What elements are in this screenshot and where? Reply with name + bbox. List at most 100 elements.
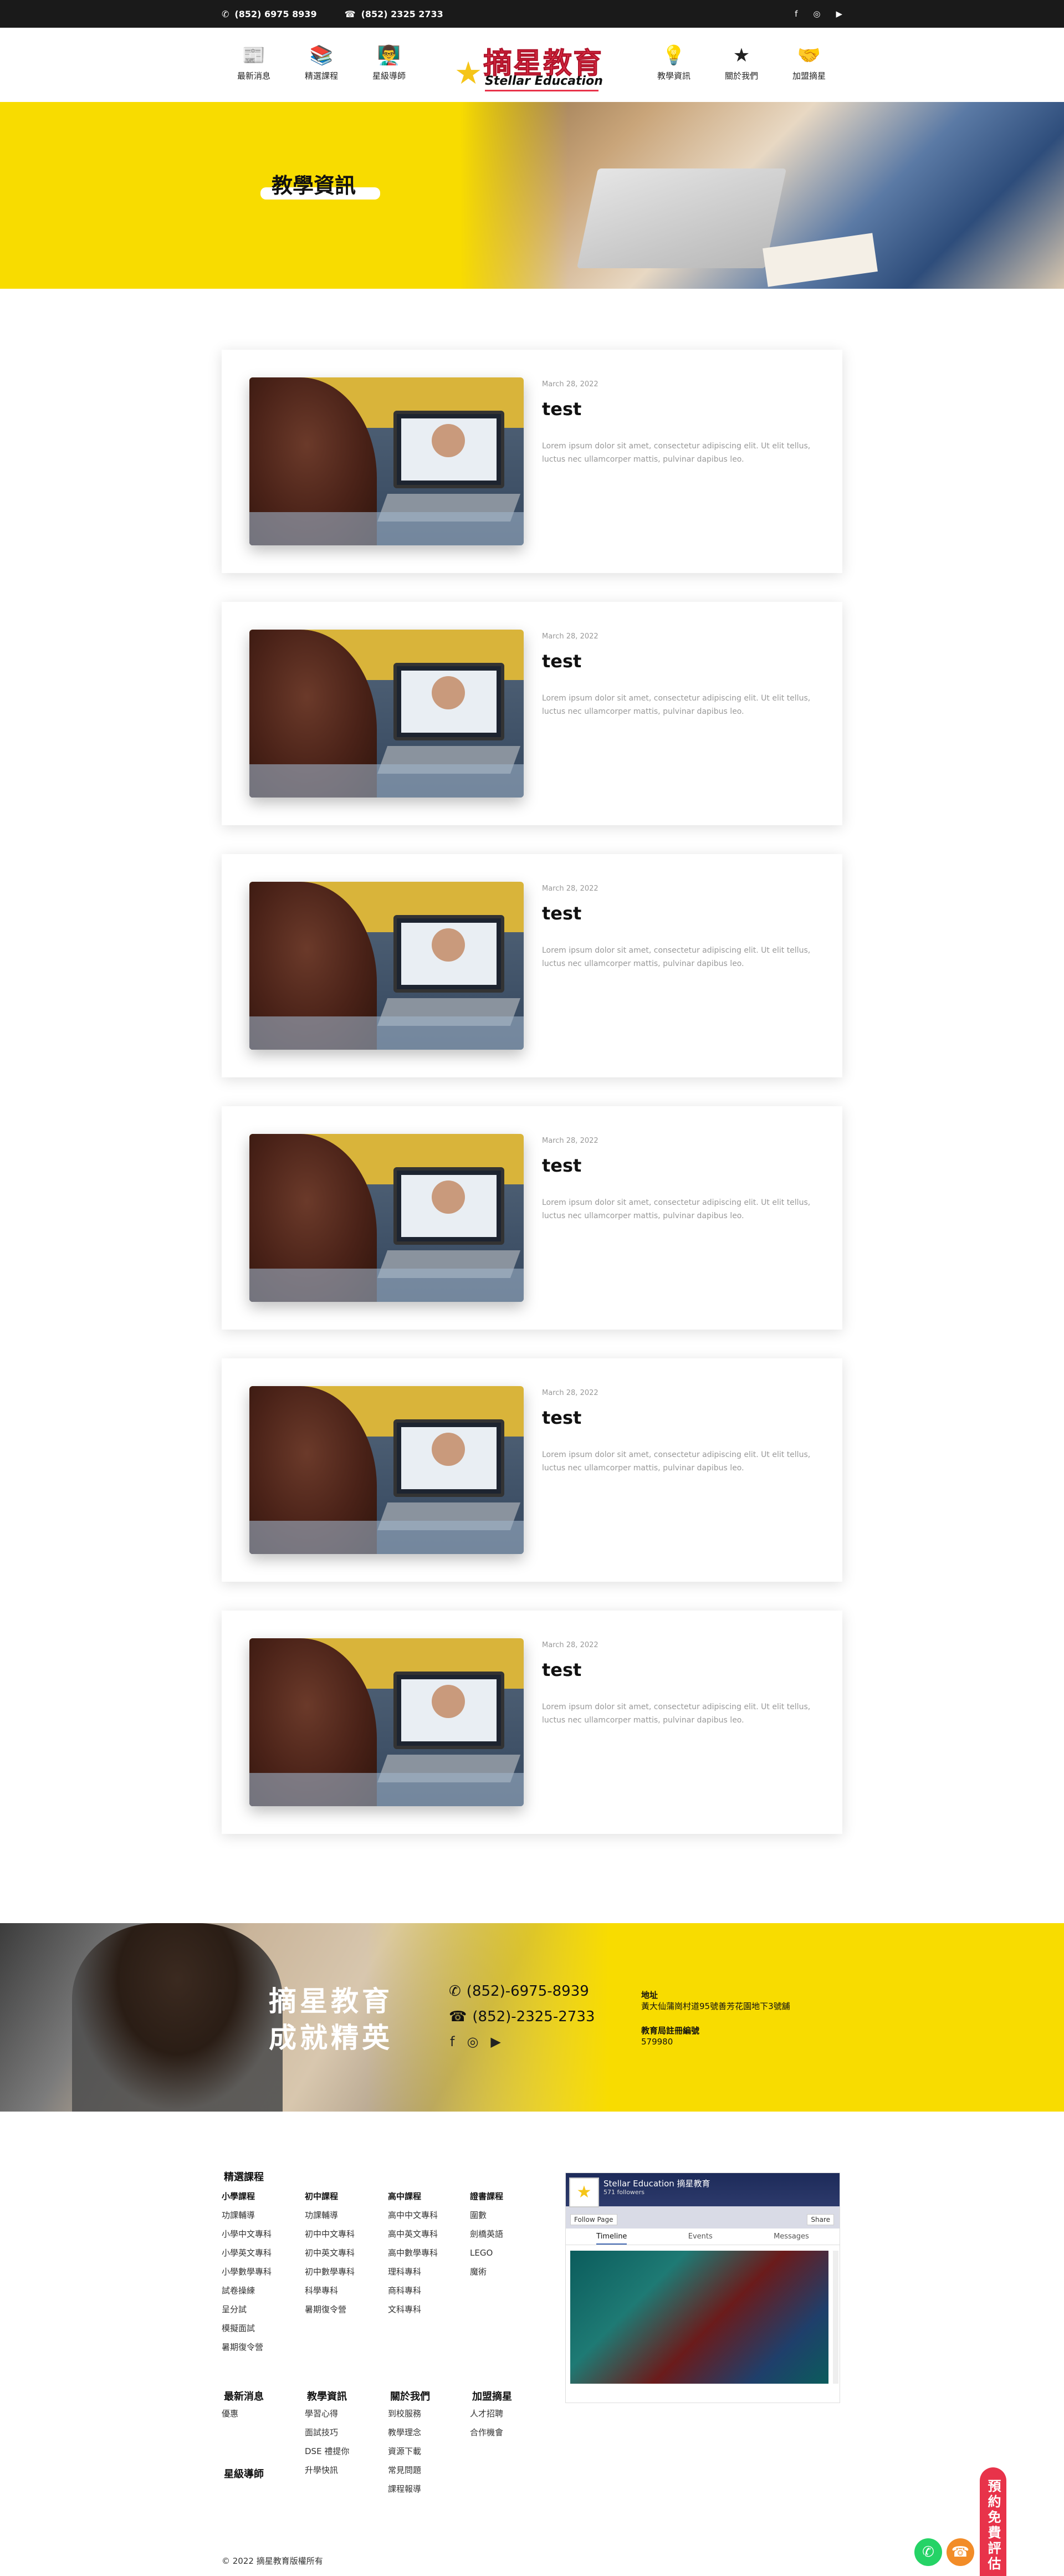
footer-about-title[interactable]: 關於我們 [381, 2383, 430, 2405]
contact-phone-landline[interactable]: ☎ (852)-2325-2733 [449, 2008, 595, 2025]
post-thumbnail[interactable] [249, 377, 524, 545]
top-phone-landline[interactable]: ☎ (852) 2325 2733 [345, 9, 443, 19]
fb-tab-events[interactable]: Events [688, 2229, 713, 2245]
post-thumbnail[interactable] [249, 630, 524, 798]
contact-student-figure [72, 1923, 283, 2112]
footer-tutor-title[interactable]: 星級導師 [215, 2461, 264, 2483]
footer-link[interactable]: 文科專科 [388, 2300, 438, 2319]
footer-link[interactable]: 呈分試 [222, 2300, 272, 2319]
footer-link[interactable]: 人才招聘 [470, 2404, 503, 2423]
post-thumbnail[interactable] [249, 1386, 524, 1554]
youtube-icon[interactable]: ▶ [836, 9, 842, 19]
footer-link[interactable]: DSE 禮提你 [305, 2442, 349, 2461]
footer-link[interactable]: 初中英文專科 [305, 2243, 355, 2262]
instagram-icon[interactable]: ◎ [467, 2034, 478, 2049]
post-card[interactable]: March 28, 2022 test Lorem ipsum dolor sit … [222, 1611, 842, 1834]
footer-link[interactable]: 科學專科 [305, 2281, 355, 2300]
post-title[interactable]: test [542, 651, 581, 672]
footer-link[interactable]: 學習心得 [305, 2404, 349, 2423]
contact-phone-whatsapp[interactable]: ✆ (852)-6975-8939 [449, 1983, 589, 2000]
facebook-icon[interactable]: f [450, 2034, 454, 2049]
top-social: f ◎ ▶ [795, 9, 842, 19]
post-card[interactable]: March 28, 2022 test Lorem ipsum dolor sit … [222, 1358, 842, 1582]
post-card[interactable]: March 28, 2022 test Lorem ipsum dolor sit … [222, 854, 842, 1077]
site-footer: 精選課程 小學課程 功課輔導 小學中文專科 小學英文專科 小學數學專科 試卷操練… [0, 2112, 1064, 2576]
footer-link[interactable]: 高中中文專科 [388, 2206, 438, 2225]
footer-link[interactable]: 高中英文專科 [388, 2225, 438, 2243]
footer-link[interactable]: 初中中文專科 [305, 2225, 355, 2243]
footer-link[interactable]: 優惠 [222, 2404, 238, 2423]
post-date: March 28, 2022 [542, 632, 598, 641]
footer-link[interactable]: 劍橋英語 [470, 2225, 503, 2243]
footer-link[interactable]: 試卷操練 [222, 2281, 272, 2300]
footer-link[interactable]: 初中數學專科 [305, 2262, 355, 2281]
footer-link[interactable]: 常見問題 [388, 2461, 421, 2480]
youtube-icon[interactable]: ▶ [490, 2034, 500, 2049]
post-title[interactable]: test [542, 903, 581, 924]
footer-link[interactable]: 功課輔導 [305, 2206, 355, 2225]
nav-news[interactable]: 📰 最新消息 [226, 44, 282, 81]
footer-link[interactable]: 小學數學專科 [222, 2262, 272, 2281]
footer-link[interactable]: 理科專科 [388, 2262, 438, 2281]
footer-link[interactable]: 商科專科 [388, 2281, 438, 2300]
facebook-widget[interactable]: ★ Stellar Education 摘星教育 571 followers F… [565, 2173, 840, 2403]
post-title[interactable]: test [542, 1407, 581, 1428]
footer-courses-title: 精選課程 [215, 2164, 264, 2186]
footer-link[interactable]: 小學英文專科 [222, 2243, 272, 2262]
slogan-line-2: 成就精英 [269, 2022, 393, 2054]
footer-link[interactable]: 暑期復令營 [222, 2338, 272, 2357]
post-thumbnail[interactable] [249, 1134, 524, 1302]
footer-link[interactable]: 魔術 [470, 2262, 503, 2281]
footer-link[interactable]: 功課輔導 [222, 2206, 272, 2225]
fb-post-image[interactable] [570, 2251, 828, 2384]
nav-join[interactable]: 🤝 加盟摘星 [781, 44, 837, 81]
top-phone-whatsapp[interactable]: ✆ (852) 6975 8939 [222, 9, 317, 19]
footer-link[interactable]: 暑期復令營 [305, 2300, 355, 2319]
fb-avatar-star-icon: ★ [569, 2178, 599, 2207]
footer-link[interactable]: LEGO [470, 2243, 503, 2262]
booking-float-button[interactable]: 預約免費評估 [980, 2467, 1006, 2576]
post-thumbnail[interactable] [249, 1638, 524, 1806]
post-title[interactable]: test [542, 1155, 581, 1176]
nav-courses[interactable]: 📚 精選課程 [294, 44, 349, 81]
footer-join-title[interactable]: 加盟摘星 [463, 2383, 512, 2405]
post-card[interactable]: March 28, 2022 test Lorem ipsum dolor sit … [222, 350, 842, 573]
footer-link[interactable]: 到校服務 [388, 2404, 421, 2423]
thumb-desk [249, 512, 524, 545]
footer-link[interactable]: 課程報導 [388, 2480, 421, 2498]
hero-laptop-shape [576, 168, 787, 268]
footer-link[interactable]: 教學理念 [388, 2423, 421, 2442]
post-excerpt: Lorem ipsum dolor sit amet, consectetur … [542, 1198, 811, 1220]
footer-link[interactable]: 升學快訊 [305, 2461, 349, 2480]
nav-tutors[interactable]: 👨‍🏫 星級導師 [361, 44, 417, 81]
fb-page-name[interactable]: Stellar Education 摘星教育 [603, 2178, 710, 2189]
footer-info-title[interactable]: 教學資訊 [298, 2383, 347, 2405]
fb-follow-button[interactable]: Follow Page [570, 2214, 617, 2225]
footer-link[interactable]: 小學中文專科 [222, 2225, 272, 2243]
post-thumbnail[interactable] [249, 882, 524, 1050]
post-card[interactable]: March 28, 2022 test Lorem ipsum dolor sit … [222, 602, 842, 825]
facebook-icon[interactable]: f [795, 9, 797, 19]
footer-link[interactable]: 面試技巧 [305, 2423, 349, 2442]
fb-share-button[interactable]: Share [807, 2214, 834, 2225]
footer-link[interactable]: 資源下載 [388, 2442, 421, 2461]
nav-about[interactable]: ★ 關於我們 [714, 44, 769, 81]
instagram-icon[interactable]: ◎ [813, 9, 820, 19]
footer-link[interactable]: 合作機會 [470, 2423, 503, 2442]
post-title[interactable]: test [542, 398, 581, 420]
footer-link[interactable]: 模擬面試 [222, 2319, 272, 2338]
fb-scrollbar[interactable] [833, 2251, 838, 2384]
whatsapp-float-button[interactable]: ✆ [914, 2538, 942, 2566]
footer-link[interactable]: 圍數 [470, 2206, 503, 2225]
post-title[interactable]: test [542, 1659, 581, 1680]
footer-news-title[interactable]: 最新消息 [215, 2383, 264, 2405]
nav-info[interactable]: 💡 教學資訊 [646, 44, 702, 81]
fb-tab-timeline[interactable]: Timeline [596, 2229, 627, 2245]
fb-tab-messages[interactable]: Messages [774, 2229, 809, 2245]
phone-float-button[interactable]: ☎ [947, 2538, 974, 2566]
post-card[interactable]: March 28, 2022 test Lorem ipsum dolor sit … [222, 1106, 842, 1330]
site-logo[interactable]: ★ 摘星教育 Stellar Education [454, 39, 610, 94]
courses-icon: 📚 [309, 44, 334, 67]
reg-label: 教育局註冊編號 [641, 2026, 700, 2036]
footer-link[interactable]: 高中數學專科 [388, 2243, 438, 2262]
